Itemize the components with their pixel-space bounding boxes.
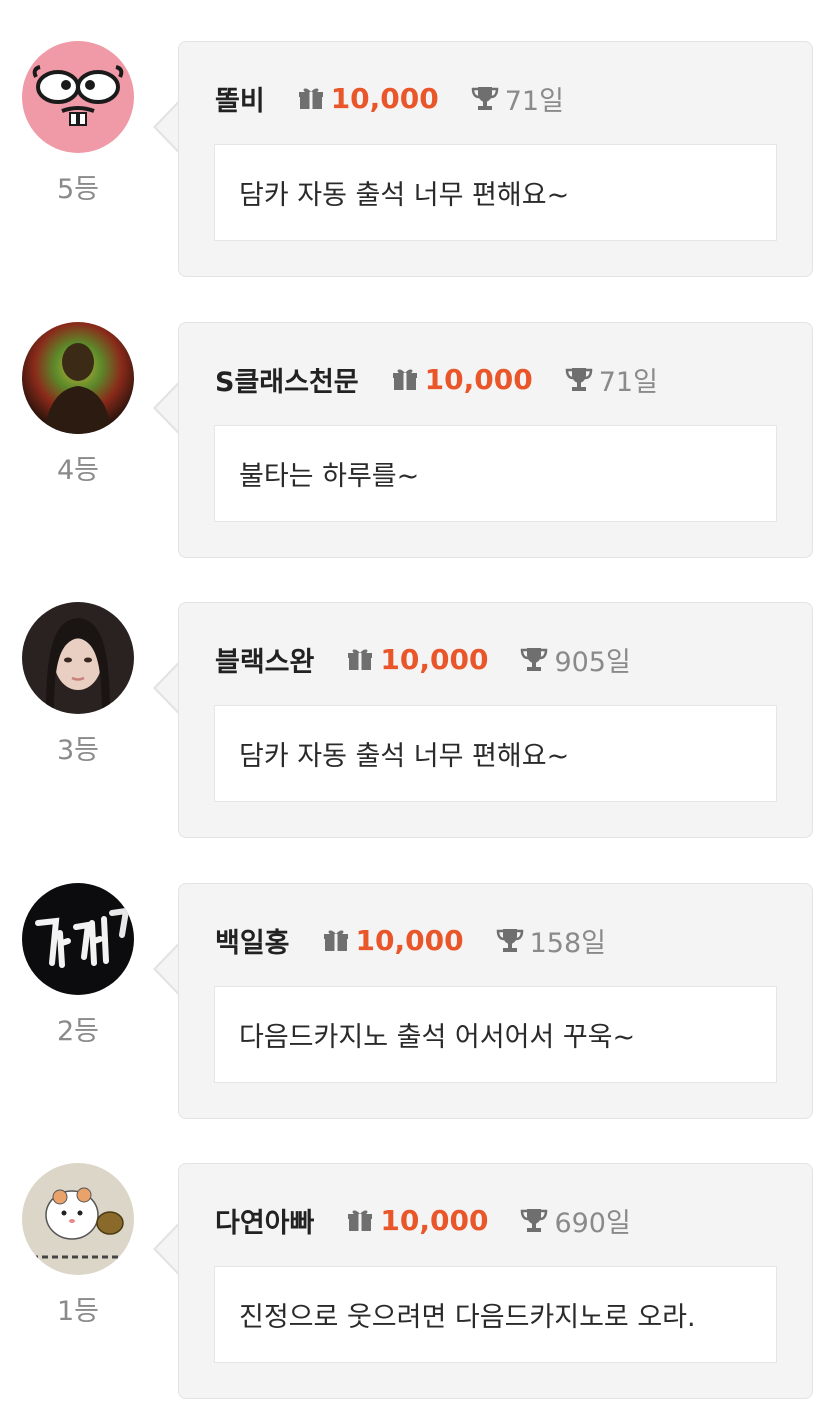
attendance-ranking-list: 5등 똘비 10,000 71일 담카 자동 출석 너무 편해요~ 4등 S클래… xyxy=(0,0,835,1421)
ranking-entry: 4등 S클래스천문 10,000 71일 불타는 하루를~ xyxy=(0,322,835,558)
comment-bubble: 똘비 10,000 71일 담카 자동 출석 너무 편해요~ xyxy=(178,41,813,277)
comment-meta: S클래스천문 10,000 71일 xyxy=(215,359,658,399)
attendance-days: 690일 xyxy=(554,1207,631,1239)
comment-meta: 백일홍 10,000 158일 xyxy=(215,920,606,960)
trophy-icon xyxy=(496,926,524,954)
comment-message: 진정으로 웃으려면 다음드카지노로 오라. xyxy=(214,1266,777,1363)
ranking-entry: 5등 똘비 10,000 71일 담카 자동 출석 너무 편해요~ xyxy=(0,41,835,277)
gift-icon xyxy=(346,645,374,673)
points-value: 10,000 xyxy=(355,923,464,957)
comment-meta: 블랙스완 10,000 905일 xyxy=(215,639,631,679)
ranking-entry: 3등 블랙스완 10,000 905일 담카 자동 출석 너무 편해요~ xyxy=(0,602,835,838)
dark-portrait-glow-icon xyxy=(22,322,134,434)
nickname[interactable]: 블랙스완 xyxy=(215,640,314,679)
comment-message: 불타는 하루를~ xyxy=(214,425,777,522)
user-avatar[interactable] xyxy=(22,1163,134,1275)
attendance-days: 71일 xyxy=(598,366,658,398)
comment-bubble: S클래스천문 10,000 71일 불타는 하루를~ xyxy=(178,322,813,558)
rank-label: 2등 xyxy=(56,1016,100,1047)
comment-bubble: 백일홍 10,000 158일 다음드카지노 출석 어서어서 꾸욱~ xyxy=(178,883,813,1119)
attendance-days: 158일 xyxy=(529,927,606,959)
nickname[interactable]: 똘비 xyxy=(215,79,265,118)
ranking-entry: 1등 다연아빠 10,000 690일 진정으로 웃으려면 다음드카지노로 오라… xyxy=(0,1163,835,1399)
gift-icon xyxy=(391,365,419,393)
gift-icon xyxy=(322,926,350,954)
comment-bubble: 다연아빠 10,000 690일 진정으로 웃으려면 다음드카지노로 오라. xyxy=(178,1163,813,1399)
rank-label: 1등 xyxy=(56,1296,100,1327)
user-avatar[interactable] xyxy=(22,602,134,714)
user-avatar[interactable] xyxy=(22,322,134,434)
ranking-entry: 2등 백일홍 10,000 158일 다음드카지노 출석 어서어서 꾸욱~ xyxy=(0,883,835,1119)
woman-portrait-icon xyxy=(22,602,134,714)
user-avatar[interactable] xyxy=(22,41,134,153)
attendance-days: 905일 xyxy=(554,646,631,678)
trophy-icon xyxy=(520,645,548,673)
comment-bubble: 블랙스완 10,000 905일 담카 자동 출석 너무 편해요~ xyxy=(178,602,813,838)
points-value: 10,000 xyxy=(330,81,439,115)
pink-cartoon-face-icon xyxy=(22,41,134,153)
rank-label: 5등 xyxy=(56,174,100,205)
gift-icon xyxy=(297,84,325,112)
trophy-icon xyxy=(520,1206,548,1234)
trophy-icon xyxy=(565,365,593,393)
points-value: 10,000 xyxy=(380,642,489,676)
points-value: 10,000 xyxy=(424,362,533,396)
comment-message: 담카 자동 출석 너무 편해요~ xyxy=(214,705,777,802)
nickname[interactable]: S클래스천문 xyxy=(215,360,359,399)
comment-meta: 다연아빠 10,000 690일 xyxy=(215,1200,631,1240)
comment-meta: 똘비 10,000 71일 xyxy=(215,78,564,118)
user-avatar[interactable] xyxy=(22,883,134,995)
nickname[interactable]: 다연아빠 xyxy=(215,1201,314,1240)
attendance-days: 71일 xyxy=(504,85,564,117)
gift-icon xyxy=(346,1206,374,1234)
nickname[interactable]: 백일홍 xyxy=(215,921,290,960)
night-neon-sign-icon xyxy=(22,883,134,995)
rank-label: 3등 xyxy=(56,735,100,766)
comment-message: 다음드카지노 출석 어서어서 꾸욱~ xyxy=(214,986,777,1083)
trophy-icon xyxy=(471,84,499,112)
hamster-drawing-icon xyxy=(22,1163,134,1275)
comment-message: 담카 자동 출석 너무 편해요~ xyxy=(214,144,777,241)
rank-label: 4등 xyxy=(56,455,100,486)
points-value: 10,000 xyxy=(380,1203,489,1237)
